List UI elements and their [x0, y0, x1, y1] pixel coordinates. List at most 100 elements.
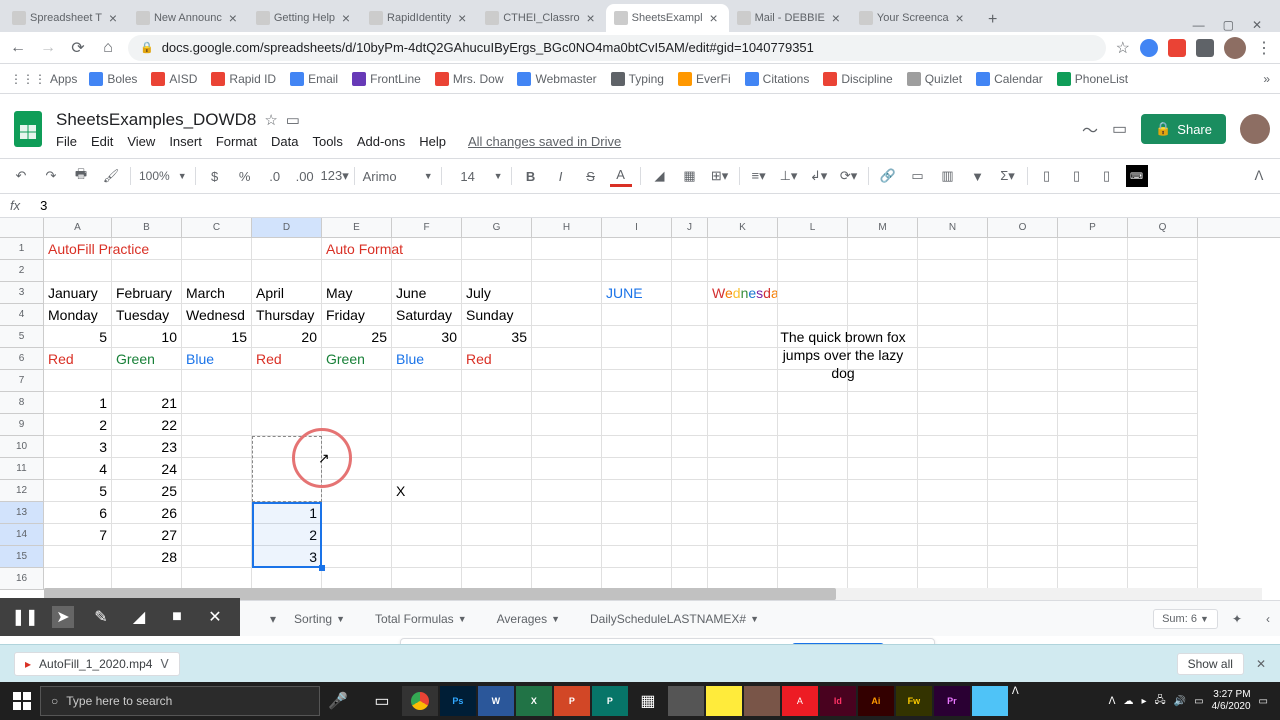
excel-icon[interactable]: X — [516, 686, 552, 716]
cell-Q2[interactable] — [1128, 260, 1198, 282]
app-icon-1[interactable] — [668, 686, 704, 716]
row-header-11[interactable]: 11 — [0, 458, 44, 480]
cell-C1[interactable] — [182, 238, 252, 260]
cell-A11[interactable]: 4 — [44, 458, 112, 480]
chart-button[interactable]: ▥ — [937, 165, 959, 187]
cell-M16[interactable] — [848, 568, 918, 590]
cell-O16[interactable] — [988, 568, 1058, 590]
cell-N13[interactable] — [918, 502, 988, 524]
cell-P1[interactable] — [1058, 238, 1128, 260]
back-button[interactable]: ← — [8, 38, 28, 58]
cell-A2[interactable] — [44, 260, 112, 282]
cell-F1[interactable] — [392, 238, 462, 260]
cell-Q15[interactable] — [1128, 546, 1198, 568]
cell-E10[interactable] — [322, 436, 392, 458]
cell-P2[interactable] — [1058, 260, 1128, 282]
cell-H6[interactable] — [532, 348, 602, 370]
strike-button[interactable]: S — [580, 165, 602, 187]
powerpoint-icon[interactable]: P — [554, 686, 590, 716]
tray-app-icon[interactable]: ▸ — [1142, 696, 1147, 707]
cell-D2[interactable] — [252, 260, 322, 282]
indesign-icon[interactable]: Id — [820, 686, 856, 716]
cell-O11[interactable] — [988, 458, 1058, 480]
comments-icon[interactable]: ▭ — [1112, 119, 1127, 139]
cell-K3[interactable]: Wednesday — [708, 282, 778, 304]
cell-C4[interactable]: Wednesd — [182, 304, 252, 326]
taskbar-search[interactable]: ○ Type here to search — [40, 686, 320, 716]
cell-M1[interactable] — [848, 238, 918, 260]
cell-B7[interactable] — [112, 370, 182, 392]
cell-H10[interactable] — [532, 436, 602, 458]
menu-help[interactable]: Help — [419, 134, 446, 149]
cell-O14[interactable] — [988, 524, 1058, 546]
cell-G12[interactable] — [462, 480, 532, 502]
cell-L1[interactable] — [778, 238, 848, 260]
cell-E13[interactable] — [322, 502, 392, 524]
cell-M9[interactable] — [848, 414, 918, 436]
cell-G5[interactable]: 35 — [462, 326, 532, 348]
cell-I4[interactable] — [602, 304, 672, 326]
ext-icon-2[interactable] — [1168, 39, 1186, 57]
cell-L13[interactable] — [778, 502, 848, 524]
cell-O10[interactable] — [988, 436, 1058, 458]
ext-icon-1[interactable] — [1140, 39, 1158, 57]
browser-tab-6[interactable]: Mail - DEBBIE× — [729, 4, 851, 32]
cell-J7[interactable] — [672, 370, 708, 392]
cell-F6[interactable]: Blue — [392, 348, 462, 370]
cell-N16[interactable] — [918, 568, 988, 590]
cell-I11[interactable] — [602, 458, 672, 480]
cell-D3[interactable]: April — [252, 282, 322, 304]
cell-P13[interactable] — [1058, 502, 1128, 524]
row-header-7[interactable]: 7 — [0, 370, 44, 392]
cell-H4[interactable] — [532, 304, 602, 326]
close-tab-icon[interactable]: × — [455, 11, 469, 25]
cell-J16[interactable] — [672, 568, 708, 590]
zoom-select[interactable]: 100% — [139, 169, 170, 183]
share-button[interactable]: 🔒 Share — [1141, 114, 1226, 144]
notifications-icon[interactable]: ▭ — [1259, 696, 1268, 707]
halign-button[interactable]: ≡▾ — [748, 165, 770, 187]
col-header-L[interactable]: L — [778, 218, 848, 237]
menu-view[interactable]: View — [127, 134, 155, 149]
col-header-G[interactable]: G — [462, 218, 532, 237]
cell-D1[interactable] — [252, 238, 322, 260]
cell-H15[interactable] — [532, 546, 602, 568]
cell-B12[interactable]: 25 — [112, 480, 182, 502]
col-header-F[interactable]: F — [392, 218, 462, 237]
fill-handle[interactable] — [319, 565, 325, 571]
cell-P8[interactable] — [1058, 392, 1128, 414]
cell-I14[interactable] — [602, 524, 672, 546]
bookmark-discipline[interactable]: Discipline — [823, 72, 892, 86]
side-panel-toggle[interactable]: ‹ — [1266, 612, 1270, 626]
cell-E11[interactable] — [322, 458, 392, 480]
cell-J15[interactable] — [672, 546, 708, 568]
cell-G2[interactable] — [462, 260, 532, 282]
cell-J5[interactable] — [672, 326, 708, 348]
cell-F4[interactable]: Saturday — [392, 304, 462, 326]
cell-P16[interactable] — [1058, 568, 1128, 590]
cell-Q9[interactable] — [1128, 414, 1198, 436]
cell-N14[interactable] — [918, 524, 988, 546]
forward-button[interactable]: → — [38, 38, 58, 58]
cell-D6[interactable]: Red — [252, 348, 322, 370]
cell-Q11[interactable] — [1128, 458, 1198, 480]
cell-D12[interactable] — [252, 480, 322, 502]
highlighter-button[interactable]: ◢ — [128, 606, 150, 628]
activity-icon[interactable]: 〜 — [1082, 117, 1098, 141]
cell-J12[interactable] — [672, 480, 708, 502]
url-input[interactable]: 🔒 docs.google.com/spreadsheets/d/10byPm-… — [128, 35, 1106, 61]
redo-button[interactable]: ↷ — [40, 165, 62, 187]
col-header-A[interactable]: A — [44, 218, 112, 237]
close-cast-toolbar-button[interactable]: ✕ — [204, 606, 226, 628]
col-header-K[interactable]: K — [708, 218, 778, 237]
cell-N11[interactable] — [918, 458, 988, 480]
cell-C11[interactable] — [182, 458, 252, 480]
cell-L8[interactable] — [778, 392, 848, 414]
cell-G10[interactable] — [462, 436, 532, 458]
close-downloads-bar-button[interactable]: ✕ — [1256, 657, 1266, 671]
cell-F10[interactable] — [392, 436, 462, 458]
row-header-13[interactable]: 13 — [0, 502, 44, 524]
cell-M8[interactable] — [848, 392, 918, 414]
undo-button[interactable]: ↶ — [10, 165, 32, 187]
cell-M12[interactable] — [848, 480, 918, 502]
